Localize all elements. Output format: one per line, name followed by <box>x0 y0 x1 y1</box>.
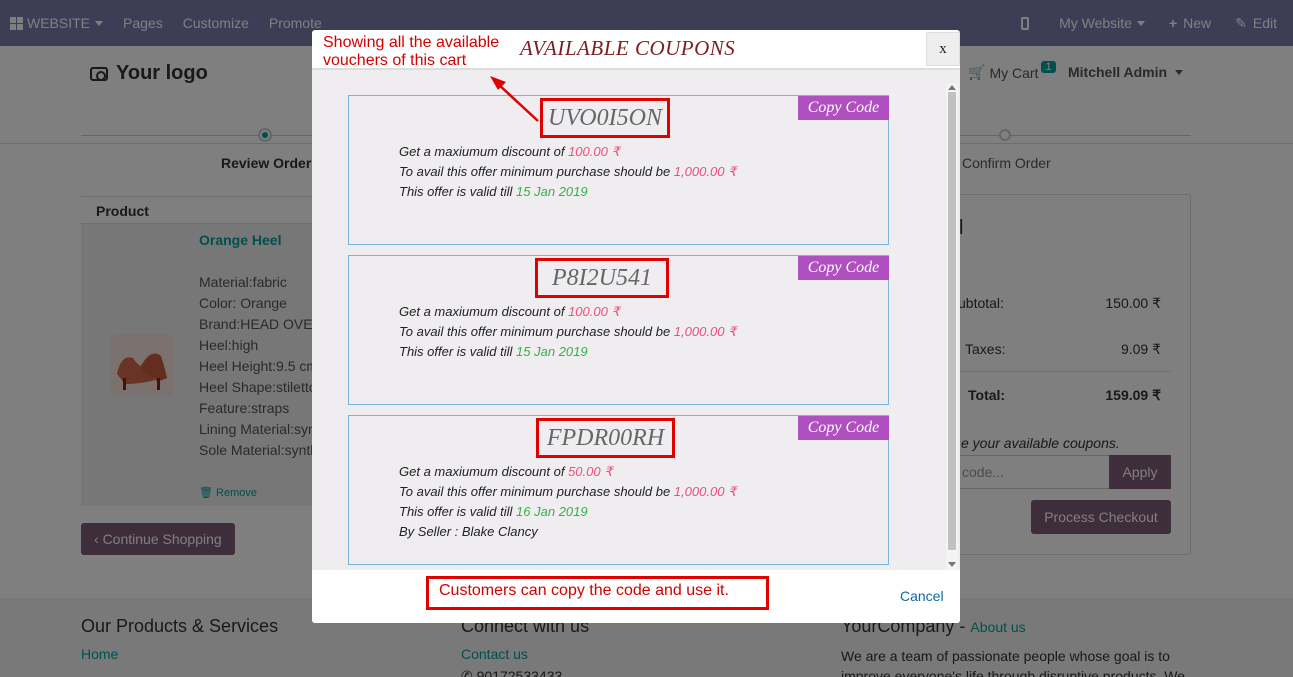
coupon-code: P8I2U541 <box>535 258 669 298</box>
min-prefix: To avail this offer minimum purchase sho… <box>399 324 674 339</box>
discount-line: Get a maxiumum discount of 50.00 ₹ <box>399 464 613 480</box>
discount-value: 50.00 ₹ <box>568 464 613 479</box>
scroll-thumb[interactable] <box>948 92 956 550</box>
min-prefix: To avail this offer minimum purchase sho… <box>399 484 674 499</box>
min-value: 1,000.00 ₹ <box>673 164 737 179</box>
annotation-bottom: Customers can copy the code and use it. <box>426 576 769 610</box>
valid-date: 16 Jan 2019 <box>516 504 588 519</box>
discount-prefix: Get a maxiumum discount of <box>399 304 569 319</box>
valid-prefix: This offer is valid till <box>399 344 517 359</box>
scroll-up-arrow-icon[interactable] <box>948 85 956 90</box>
discount-line: Get a maxiumum discount of 100.00 ₹ <box>399 304 620 320</box>
valid-date: 15 Jan 2019 <box>516 344 588 359</box>
modal-body: UVO0I5ON Copy Code Get a maxiumum discou… <box>312 70 960 570</box>
min-purchase-line: To avail this offer minimum purchase sho… <box>399 164 736 180</box>
seller-line: By Seller : Blake Clancy <box>399 524 538 539</box>
coupon-code: UVO0I5ON <box>540 98 670 138</box>
copy-code-button[interactable]: Copy Code <box>798 416 889 440</box>
valid-line: This offer is valid till 16 Jan 2019 <box>399 504 588 519</box>
discount-prefix: Get a maxiumum discount of <box>399 464 569 479</box>
copy-code-button[interactable]: Copy Code <box>798 256 889 280</box>
copy-code-button[interactable]: Copy Code <box>798 96 889 120</box>
available-coupons-modal: Showing all the available vouchers of th… <box>312 30 960 623</box>
min-purchase-line: To avail this offer minimum purchase sho… <box>399 324 736 340</box>
coupon-card: P8I2U541 Copy Code Get a maxiumum discou… <box>348 255 889 405</box>
coupon-code: FPDR00RH <box>536 418 675 458</box>
valid-prefix: This offer is valid till <box>399 504 517 519</box>
valid-line: This offer is valid till 15 Jan 2019 <box>399 344 588 359</box>
valid-prefix: This offer is valid till <box>399 184 517 199</box>
close-button[interactable]: x <box>926 32 960 66</box>
discount-value: 100.00 ₹ <box>568 304 620 319</box>
coupon-card: UVO0I5ON Copy Code Get a maxiumum discou… <box>348 95 889 245</box>
modal-title: AVAILABLE COUPONS <box>520 36 736 60</box>
valid-line: This offer is valid till 15 Jan 2019 <box>399 184 588 199</box>
discount-line: Get a maxiumum discount of 100.00 ₹ <box>399 144 620 160</box>
modal-header: Showing all the available vouchers of th… <box>312 30 960 70</box>
modal-scrollbar[interactable] <box>946 84 958 570</box>
min-purchase-line: To avail this offer minimum purchase sho… <box>399 484 736 500</box>
cancel-button[interactable]: Cancel <box>900 588 944 604</box>
modal-footer: Customers can copy the code and use it. … <box>312 570 960 623</box>
min-prefix: To avail this offer minimum purchase sho… <box>399 164 674 179</box>
min-value: 1,000.00 ₹ <box>673 324 737 339</box>
discount-prefix: Get a maxiumum discount of <box>399 144 569 159</box>
discount-value: 100.00 ₹ <box>568 144 620 159</box>
valid-date: 15 Jan 2019 <box>516 184 588 199</box>
min-value: 1,000.00 ₹ <box>673 484 737 499</box>
scroll-down-arrow-icon[interactable] <box>948 562 956 567</box>
coupon-card: FPDR00RH Copy Code Get a maxiumum discou… <box>348 415 889 565</box>
annotation-top: Showing all the available vouchers of th… <box>323 34 500 69</box>
